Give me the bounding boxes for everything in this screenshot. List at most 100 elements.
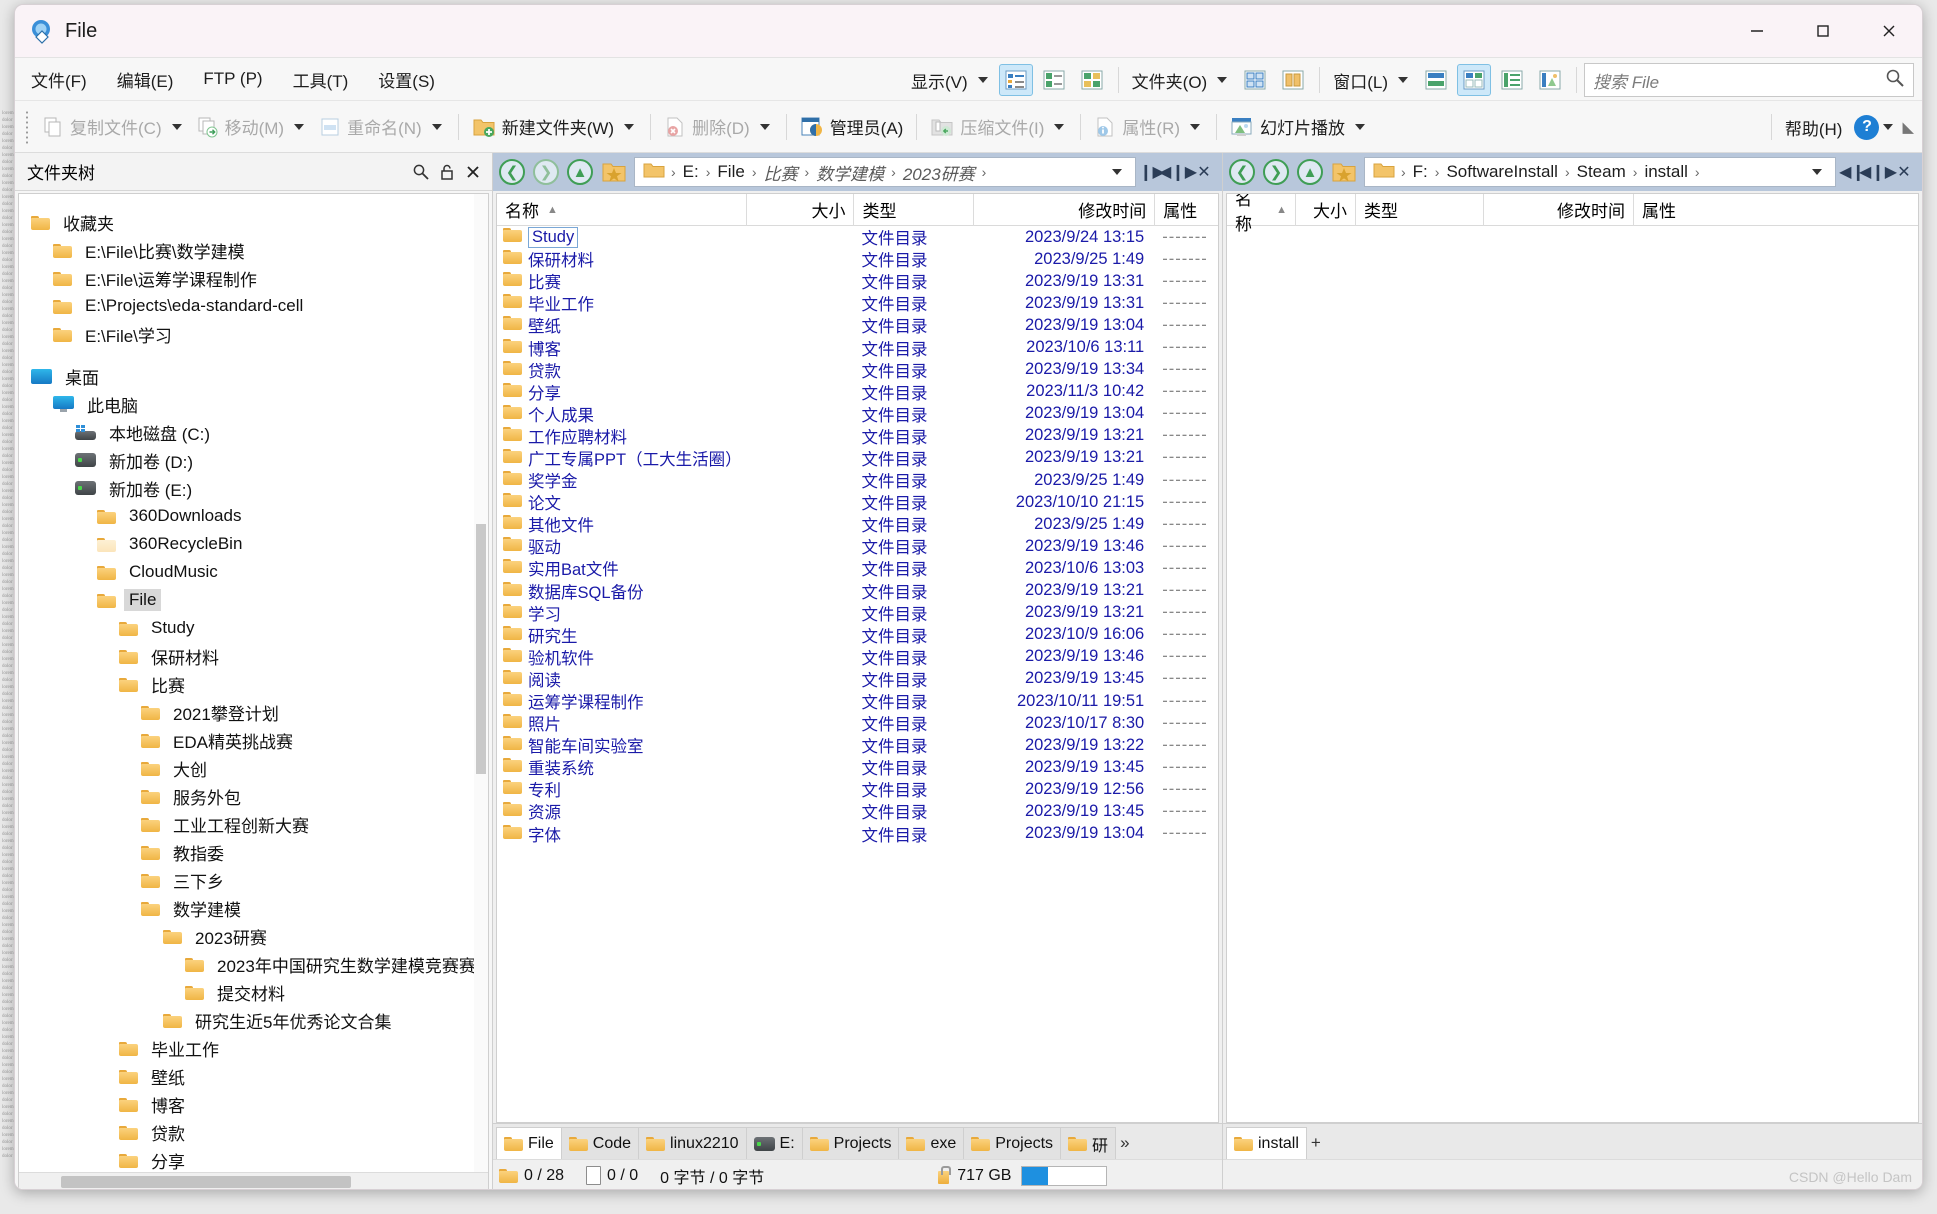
tree-item[interactable]: 博客 <box>19 1090 488 1118</box>
layout-horizontal-icon[interactable] <box>1419 64 1453 96</box>
file-name-cell[interactable]: 照片 <box>497 711 746 735</box>
table-row[interactable]: 验机软件文件目录2023/9/19 13:46------- <box>497 646 1218 668</box>
compress-button[interactable]: 压缩文件(I) <box>924 107 1050 147</box>
tree-item[interactable]: CloudMusic <box>19 558 488 586</box>
resize-grip-icon[interactable]: ◣ <box>1902 118 1918 136</box>
menu-item-ftp[interactable]: FTP (P) <box>189 65 276 93</box>
tab[interactable]: Projects <box>963 1127 1061 1159</box>
file-name-cell[interactable]: 研究生 <box>497 623 746 647</box>
breadcrumb-item-1[interactable]: File <box>712 162 749 182</box>
table-row[interactable]: 其他文件文件目录2023/9/25 1:49------- <box>497 513 1218 535</box>
column-header-attributes[interactable]: 属性 <box>1633 194 1713 226</box>
table-row[interactable]: 分享文件目录2023/11/3 10:42------- <box>497 381 1218 403</box>
rename-button[interactable]: 重命名(N) <box>313 107 428 147</box>
delete-button[interactable]: 删除(D) <box>658 107 756 147</box>
table-row[interactable]: 驱动文件目录2023/9/19 13:46------- <box>497 535 1218 557</box>
table-row[interactable]: 学习文件目录2023/9/19 13:21------- <box>497 602 1218 624</box>
view-details-icon[interactable] <box>999 64 1033 96</box>
file-name-cell[interactable]: 阅读 <box>497 667 746 691</box>
file-name-cell[interactable]: 数据库SQL备份 <box>497 579 746 603</box>
up-button[interactable]: ▲ <box>1295 157 1325 187</box>
file-name-cell[interactable]: 其他文件 <box>497 512 746 536</box>
file-name-cell[interactable]: 分享 <box>497 380 746 404</box>
help-chevron-down-icon[interactable] <box>1883 124 1893 130</box>
search-input[interactable]: 搜索 File <box>1584 63 1914 97</box>
tab[interactable]: exe <box>898 1127 964 1159</box>
tree-item[interactable]: E:\File\运筹学课程制作 <box>19 264 488 292</box>
scrollbar-thumb[interactable] <box>476 524 486 774</box>
file-list-left[interactable]: 名称 ▲ 大小 类型 修改时间 属性 Study文件目录2023/9/24 13… <box>496 193 1219 1123</box>
tree-item[interactable]: 360Downloads <box>19 502 488 530</box>
tree-item[interactable]: 新加卷 (E:) <box>19 474 488 502</box>
tree-item[interactable]: EDA精英挑战赛 <box>19 726 488 754</box>
layout-tree-icon[interactable] <box>1495 64 1529 96</box>
tree-item[interactable]: 壁纸 <box>19 1062 488 1090</box>
tree-item[interactable]: 收藏夹 <box>19 208 488 236</box>
menu-item-settings[interactable]: 设置(S) <box>364 63 449 96</box>
up-button[interactable]: ▲ <box>565 157 595 187</box>
file-name-cell[interactable]: 毕业工作 <box>497 291 746 315</box>
help-label[interactable]: 帮助(H) <box>1779 115 1849 140</box>
scrollbar-thumb[interactable] <box>61 1176 351 1188</box>
menu-item-tools[interactable]: 工具(T) <box>279 63 363 96</box>
breadcrumb-item-3[interactable]: 数学建模 <box>811 160 889 185</box>
layout-preview-icon[interactable] <box>1533 64 1567 96</box>
breadcrumb-item-2[interactable]: 比赛 <box>758 160 802 185</box>
view-list-icon[interactable] <box>1037 64 1071 96</box>
tree-item[interactable]: 此电脑 <box>19 390 488 418</box>
tree-item[interactable]: 三下乡 <box>19 866 488 894</box>
tree-item[interactable]: 360RecycleBin <box>19 530 488 558</box>
favorites-button[interactable] <box>599 157 629 187</box>
file-name-cell[interactable]: 字体 <box>497 822 746 846</box>
favorites-button[interactable] <box>1329 157 1359 187</box>
column-header-modified[interactable]: 修改时间 <box>973 194 1154 226</box>
breadcrumb-chevron-down-icon[interactable] <box>1112 169 1122 175</box>
column-header-size[interactable]: 大小 <box>1295 194 1355 226</box>
tree-item[interactable]: 工业工程创新大赛 <box>19 810 488 838</box>
view-tiles-icon[interactable] <box>1075 64 1109 96</box>
tree-item[interactable]: 提交材料 <box>19 978 488 1006</box>
tree-item[interactable]: 贷款 <box>19 1118 488 1146</box>
table-row[interactable]: 工作应聘材料文件目录2023/9/19 13:21------- <box>497 425 1218 447</box>
column-header-size[interactable]: 大小 <box>746 194 854 226</box>
table-row[interactable]: 壁纸文件目录2023/9/19 13:04------- <box>497 314 1218 336</box>
table-row[interactable]: 字体文件目录2023/9/19 13:04------- <box>497 823 1218 845</box>
table-row[interactable]: 阅读文件目录2023/9/19 13:45------- <box>497 668 1218 690</box>
copy-file-button[interactable]: 复制文件(C) <box>36 107 168 147</box>
column-header-type[interactable]: 类型 <box>1355 194 1483 226</box>
search-icon[interactable] <box>1885 68 1905 93</box>
tree-item[interactable]: 数学建模 <box>19 894 488 922</box>
menu-item-file[interactable]: 文件(F) <box>17 63 101 96</box>
properties-chevron-down-icon[interactable] <box>1190 124 1200 130</box>
folder-two-column-icon[interactable] <box>1276 64 1310 96</box>
delete-chevron-down-icon[interactable] <box>760 124 770 130</box>
table-row[interactable]: 研究生文件目录2023/10/9 16:06------- <box>497 624 1218 646</box>
admin-button[interactable]: 管理员(A) <box>794 107 910 147</box>
slideshow-chevron-down-icon[interactable] <box>1355 124 1365 130</box>
help-icon[interactable]: ? <box>1854 115 1879 140</box>
file-name-cell[interactable]: 工作应聘材料 <box>497 424 746 448</box>
breadcrumb-chevron-down-icon[interactable] <box>1812 169 1822 175</box>
file-name-cell[interactable]: Study <box>497 227 746 248</box>
table-row[interactable]: 比赛文件目录2023/9/19 13:31------- <box>497 270 1218 292</box>
tab[interactable]: Projects <box>802 1127 900 1159</box>
file-list-right[interactable]: 名称 ▲ 大小 类型 修改时间 属性 <box>1226 193 1919 1123</box>
column-header-name[interactable]: 名称 ▲ <box>1227 194 1295 226</box>
tree-item[interactable]: 毕业工作 <box>19 1034 488 1062</box>
column-header-type[interactable]: 类型 <box>853 194 973 226</box>
rename-chevron-down-icon[interactable] <box>432 124 442 130</box>
tree-item[interactable]: 桌面 <box>19 362 488 390</box>
file-name-cell[interactable]: 专利 <box>497 777 746 801</box>
tree-item[interactable]: 本地磁盘 (C:) <box>19 418 488 446</box>
tab[interactable]: Code <box>561 1127 639 1159</box>
tab[interactable]: File <box>496 1127 562 1159</box>
pane-close-icon[interactable]: ✕ <box>1191 157 1217 187</box>
column-header-modified[interactable]: 修改时间 <box>1483 194 1633 226</box>
table-row[interactable]: 博客文件目录2023/10/6 13:11------- <box>497 336 1218 358</box>
breadcrumb-item-1[interactable]: SoftwareInstall <box>1441 162 1563 182</box>
table-row[interactable]: Study文件目录2023/9/24 13:15------- <box>497 226 1218 248</box>
file-name-cell[interactable]: 重装系统 <box>497 755 746 779</box>
forward-button[interactable]: ❯ <box>531 157 561 187</box>
breadcrumb-left[interactable]: › E: › File › 比赛 › 数学建模 › 2023研赛 › <box>634 157 1136 187</box>
view-chevron-down-icon[interactable] <box>978 77 988 83</box>
